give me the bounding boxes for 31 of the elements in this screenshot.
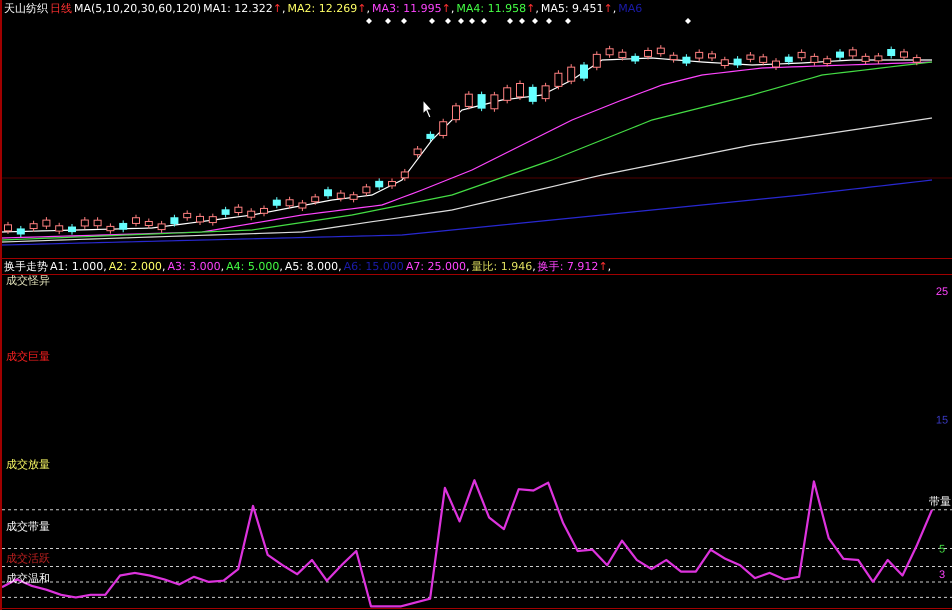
indicator-legend-item: A6: 15.000 xyxy=(344,260,404,273)
axis-tick-label: 5 xyxy=(938,543,946,556)
ma-legend-item: MA3: 11.995↑, xyxy=(372,2,454,15)
cursor-icon xyxy=(422,98,434,119)
indicator-legend-item: A1: 1.000, xyxy=(50,260,107,273)
ma-params: MA(5,10,20,30,60,120) xyxy=(74,2,202,15)
stock-name: 天山纺织 xyxy=(4,2,48,15)
zone-label: 成交巨量 xyxy=(6,350,50,363)
indicator-legend-item: A7: 25.000, xyxy=(406,260,470,273)
zone-label: 成交放量 xyxy=(6,458,50,471)
ma-legend-item: MA6 xyxy=(618,2,642,15)
ma-legend-item: MA4: 11.958↑, xyxy=(456,2,539,15)
axis-tick-label: 3 xyxy=(938,569,946,582)
zone-label: 成交活跃 xyxy=(6,552,50,565)
indicator-legend-item: A3: 3.000, xyxy=(167,260,224,273)
indicator-legend-item: A2: 2.000, xyxy=(108,260,166,273)
zone-label: 带量 xyxy=(929,494,951,508)
period-label: 日线 xyxy=(50,2,72,15)
indicator-legend-item: A5: 8.000, xyxy=(284,260,342,273)
indicator-legend-item: 量比: 1.946, xyxy=(472,260,536,273)
zone-label: 成交温和 xyxy=(6,572,50,585)
indicator-title: 换手走势 xyxy=(4,260,48,273)
axis-tick-label: 25 xyxy=(936,286,948,298)
indicator-legend-item: 换手: 7.912↑, xyxy=(538,260,612,273)
indicator-legend-item: A4: 5.000, xyxy=(226,260,283,273)
ma-legend-item: MA5: 9.451↑, xyxy=(540,2,616,15)
axis-tick-label: 15 xyxy=(936,414,948,427)
zone-label: 成交带量 xyxy=(6,520,50,533)
zone-label: 成交怪异 xyxy=(6,274,50,287)
ma-legend-item: MA2: 12.269↑, xyxy=(288,2,370,15)
ma-legend-item: MA1: 12.322↑, xyxy=(203,2,286,15)
